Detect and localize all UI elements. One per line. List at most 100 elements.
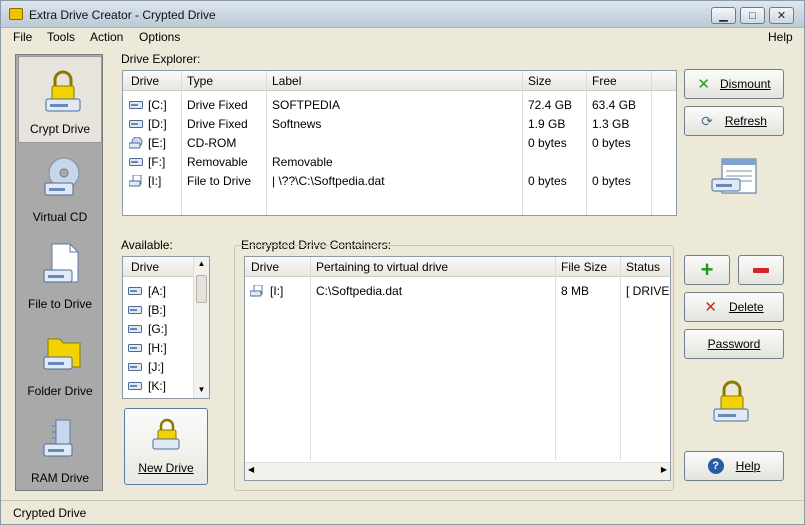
list-item[interactable]: [J:] — [123, 359, 193, 378]
containers-hscrollbar[interactable]: ◀ ▶ — [245, 462, 670, 480]
drive-explorer-list[interactable]: Drive Type Label Size Free [C:] Drive Fix… — [122, 70, 677, 216]
list-item[interactable]: [G:] — [123, 321, 193, 340]
help-icon: ? — [707, 458, 724, 474]
available-scrollbar[interactable]: ▲ ▼ — [193, 257, 209, 398]
cd-drive-icon — [44, 157, 80, 196]
folder-drive-icon — [43, 338, 81, 370]
file-drive-icon — [249, 284, 264, 297]
minimize-button[interactable]: ▁ — [711, 7, 736, 24]
ram-drive-icon — [43, 419, 73, 457]
sidebar-item-crypt-drive[interactable]: Crypt Drive — [18, 56, 102, 143]
cell-drive: [K:] — [148, 379, 167, 393]
menu-file[interactable]: File — [13, 30, 32, 44]
minus-icon — [753, 267, 769, 273]
sidebar-item-folder-drive[interactable]: Folder Drive — [18, 317, 102, 404]
remove-container-button[interactable] — [738, 255, 784, 285]
column-drive[interactable]: Drive — [131, 74, 159, 88]
cell-drive: [I:] — [270, 284, 284, 298]
drive-list-icon — [711, 158, 757, 194]
drive-icon — [128, 285, 142, 295]
drive-icon — [129, 118, 143, 128]
maximize-button[interactable]: □ — [740, 7, 765, 24]
cell-drive: [E:] — [148, 136, 167, 150]
delete-icon: ✕ — [704, 299, 717, 316]
cell-free: 0 bytes — [592, 174, 631, 188]
drive-icon — [128, 361, 142, 371]
cell-type: Removable — [187, 155, 248, 169]
menu-tools[interactable]: Tools — [47, 30, 75, 44]
table-row[interactable]: [I:] File to Drive | \??\C:\Softpedia.dat 0… — [123, 173, 676, 192]
column-label[interactable]: Label — [272, 74, 301, 88]
drive-icon — [129, 99, 143, 109]
cell-drive: [C:] — [148, 98, 167, 112]
menu-options[interactable]: Options — [139, 30, 180, 44]
sidebar-item-label: Crypt Drive — [29, 122, 90, 136]
column-free[interactable]: Free — [592, 74, 617, 88]
new-drive-button[interactable]: New Drive — [124, 408, 208, 485]
list-item[interactable]: [K:] — [123, 378, 193, 397]
cell-type: Drive Fixed — [187, 117, 248, 131]
menu-help[interactable]: Help — [768, 30, 793, 44]
scroll-left-icon[interactable]: ◀ — [248, 465, 254, 474]
cell-drive: [J:] — [148, 360, 165, 374]
file-drive-icon — [43, 243, 79, 283]
sidebar-item-virtual-cd[interactable]: Virtual CD — [18, 143, 102, 230]
drive-icon — [128, 304, 142, 314]
scroll-down-icon[interactable]: ▼ — [196, 385, 207, 394]
column-size[interactable]: Size — [528, 74, 551, 88]
column-status[interactable]: Status — [626, 260, 660, 274]
list-item[interactable]: [A:] — [123, 283, 193, 302]
column-type[interactable]: Type — [187, 74, 213, 88]
refresh-button[interactable]: ⟳ Refresh — [684, 106, 784, 136]
cell-drive: [H:] — [148, 341, 167, 355]
add-container-button[interactable]: + — [684, 255, 730, 285]
sidebar-item-label: File to Drive — [27, 297, 92, 311]
scroll-right-icon[interactable]: ▶ — [661, 465, 667, 474]
password-button[interactable]: Password — [684, 329, 784, 359]
status-text: Crypted Drive — [13, 506, 87, 520]
menu-action[interactable]: Action — [90, 30, 123, 44]
available-drives-list[interactable]: Drive [A:] [B:] [G:] [H:] [J:] [K:] ▲ ▼ — [122, 256, 210, 399]
drive-icon — [128, 136, 143, 149]
dismount-button[interactable]: ✕ Dismount — [684, 69, 784, 99]
containers-list[interactable]: Drive Pertaining to virtual drive File S… — [244, 256, 672, 481]
sidebar-item-label: Folder Drive — [27, 384, 93, 398]
padlock-drive-icon — [713, 380, 749, 422]
list-header: Drive — [123, 257, 193, 277]
cell-free: 1.3 GB — [592, 117, 630, 131]
title-bar: Extra Drive Creator - Crypted Drive ▁ □ … — [1, 1, 804, 28]
list-item[interactable]: [B:] — [123, 302, 193, 321]
app-icon — [9, 8, 23, 20]
dismount-icon: ✕ — [697, 76, 710, 93]
cell-drive: [I:] — [148, 174, 162, 188]
list-item[interactable]: [H:] — [123, 340, 193, 359]
column-drive[interactable]: Drive — [251, 260, 279, 274]
sidebar-item-file-to-drive[interactable]: File to Drive — [18, 230, 102, 317]
table-row[interactable]: [D:] Drive Fixed Softnews 1.9 GB 1.3 GB — [123, 116, 676, 135]
close-button[interactable]: ✕ — [769, 7, 794, 24]
table-row[interactable]: [I:] C:\Softpedia.dat 8 MB [ DRIVE IS — [245, 283, 672, 302]
table-row[interactable]: [F:] Removable Removable — [123, 154, 676, 173]
cell-file-size: 8 MB — [561, 284, 590, 298]
table-row[interactable]: [E:] CD-ROM 0 bytes 0 bytes — [123, 135, 676, 154]
cell-free: 63.4 GB — [592, 98, 637, 112]
column-pertaining[interactable]: Pertaining to virtual drive — [316, 260, 448, 274]
column-drive[interactable]: Drive — [131, 260, 159, 274]
cell-path: C:\Softpedia.dat — [316, 284, 403, 298]
help-button[interactable]: ? Help — [684, 451, 784, 481]
scroll-thumb[interactable] — [196, 275, 207, 303]
cell-label: SOFTPEDIA — [272, 98, 341, 112]
cell-size: 0 bytes — [528, 136, 567, 150]
cell-type: CD-ROM — [187, 136, 237, 150]
delete-button[interactable]: ✕ Delete — [684, 292, 784, 322]
menu-bar: File Tools Action Options Help — [1, 28, 804, 48]
drive-explorer-title: Drive Explorer: — [121, 52, 201, 66]
cell-free: 0 bytes — [592, 136, 631, 150]
scroll-up-icon[interactable]: ▲ — [196, 259, 207, 268]
cell-type: Drive Fixed — [187, 98, 248, 112]
app-window: Extra Drive Creator - Crypted Drive ▁ □ … — [0, 0, 805, 525]
table-row[interactable]: [C:] Drive Fixed SOFTPEDIA 72.4 GB 63.4 GB — [123, 97, 676, 116]
column-file-size[interactable]: File Size — [561, 260, 607, 274]
list-header: Drive Pertaining to virtual drive File S… — [245, 257, 670, 277]
sidebar-item-ram-drive[interactable]: RAM Drive — [18, 404, 102, 491]
